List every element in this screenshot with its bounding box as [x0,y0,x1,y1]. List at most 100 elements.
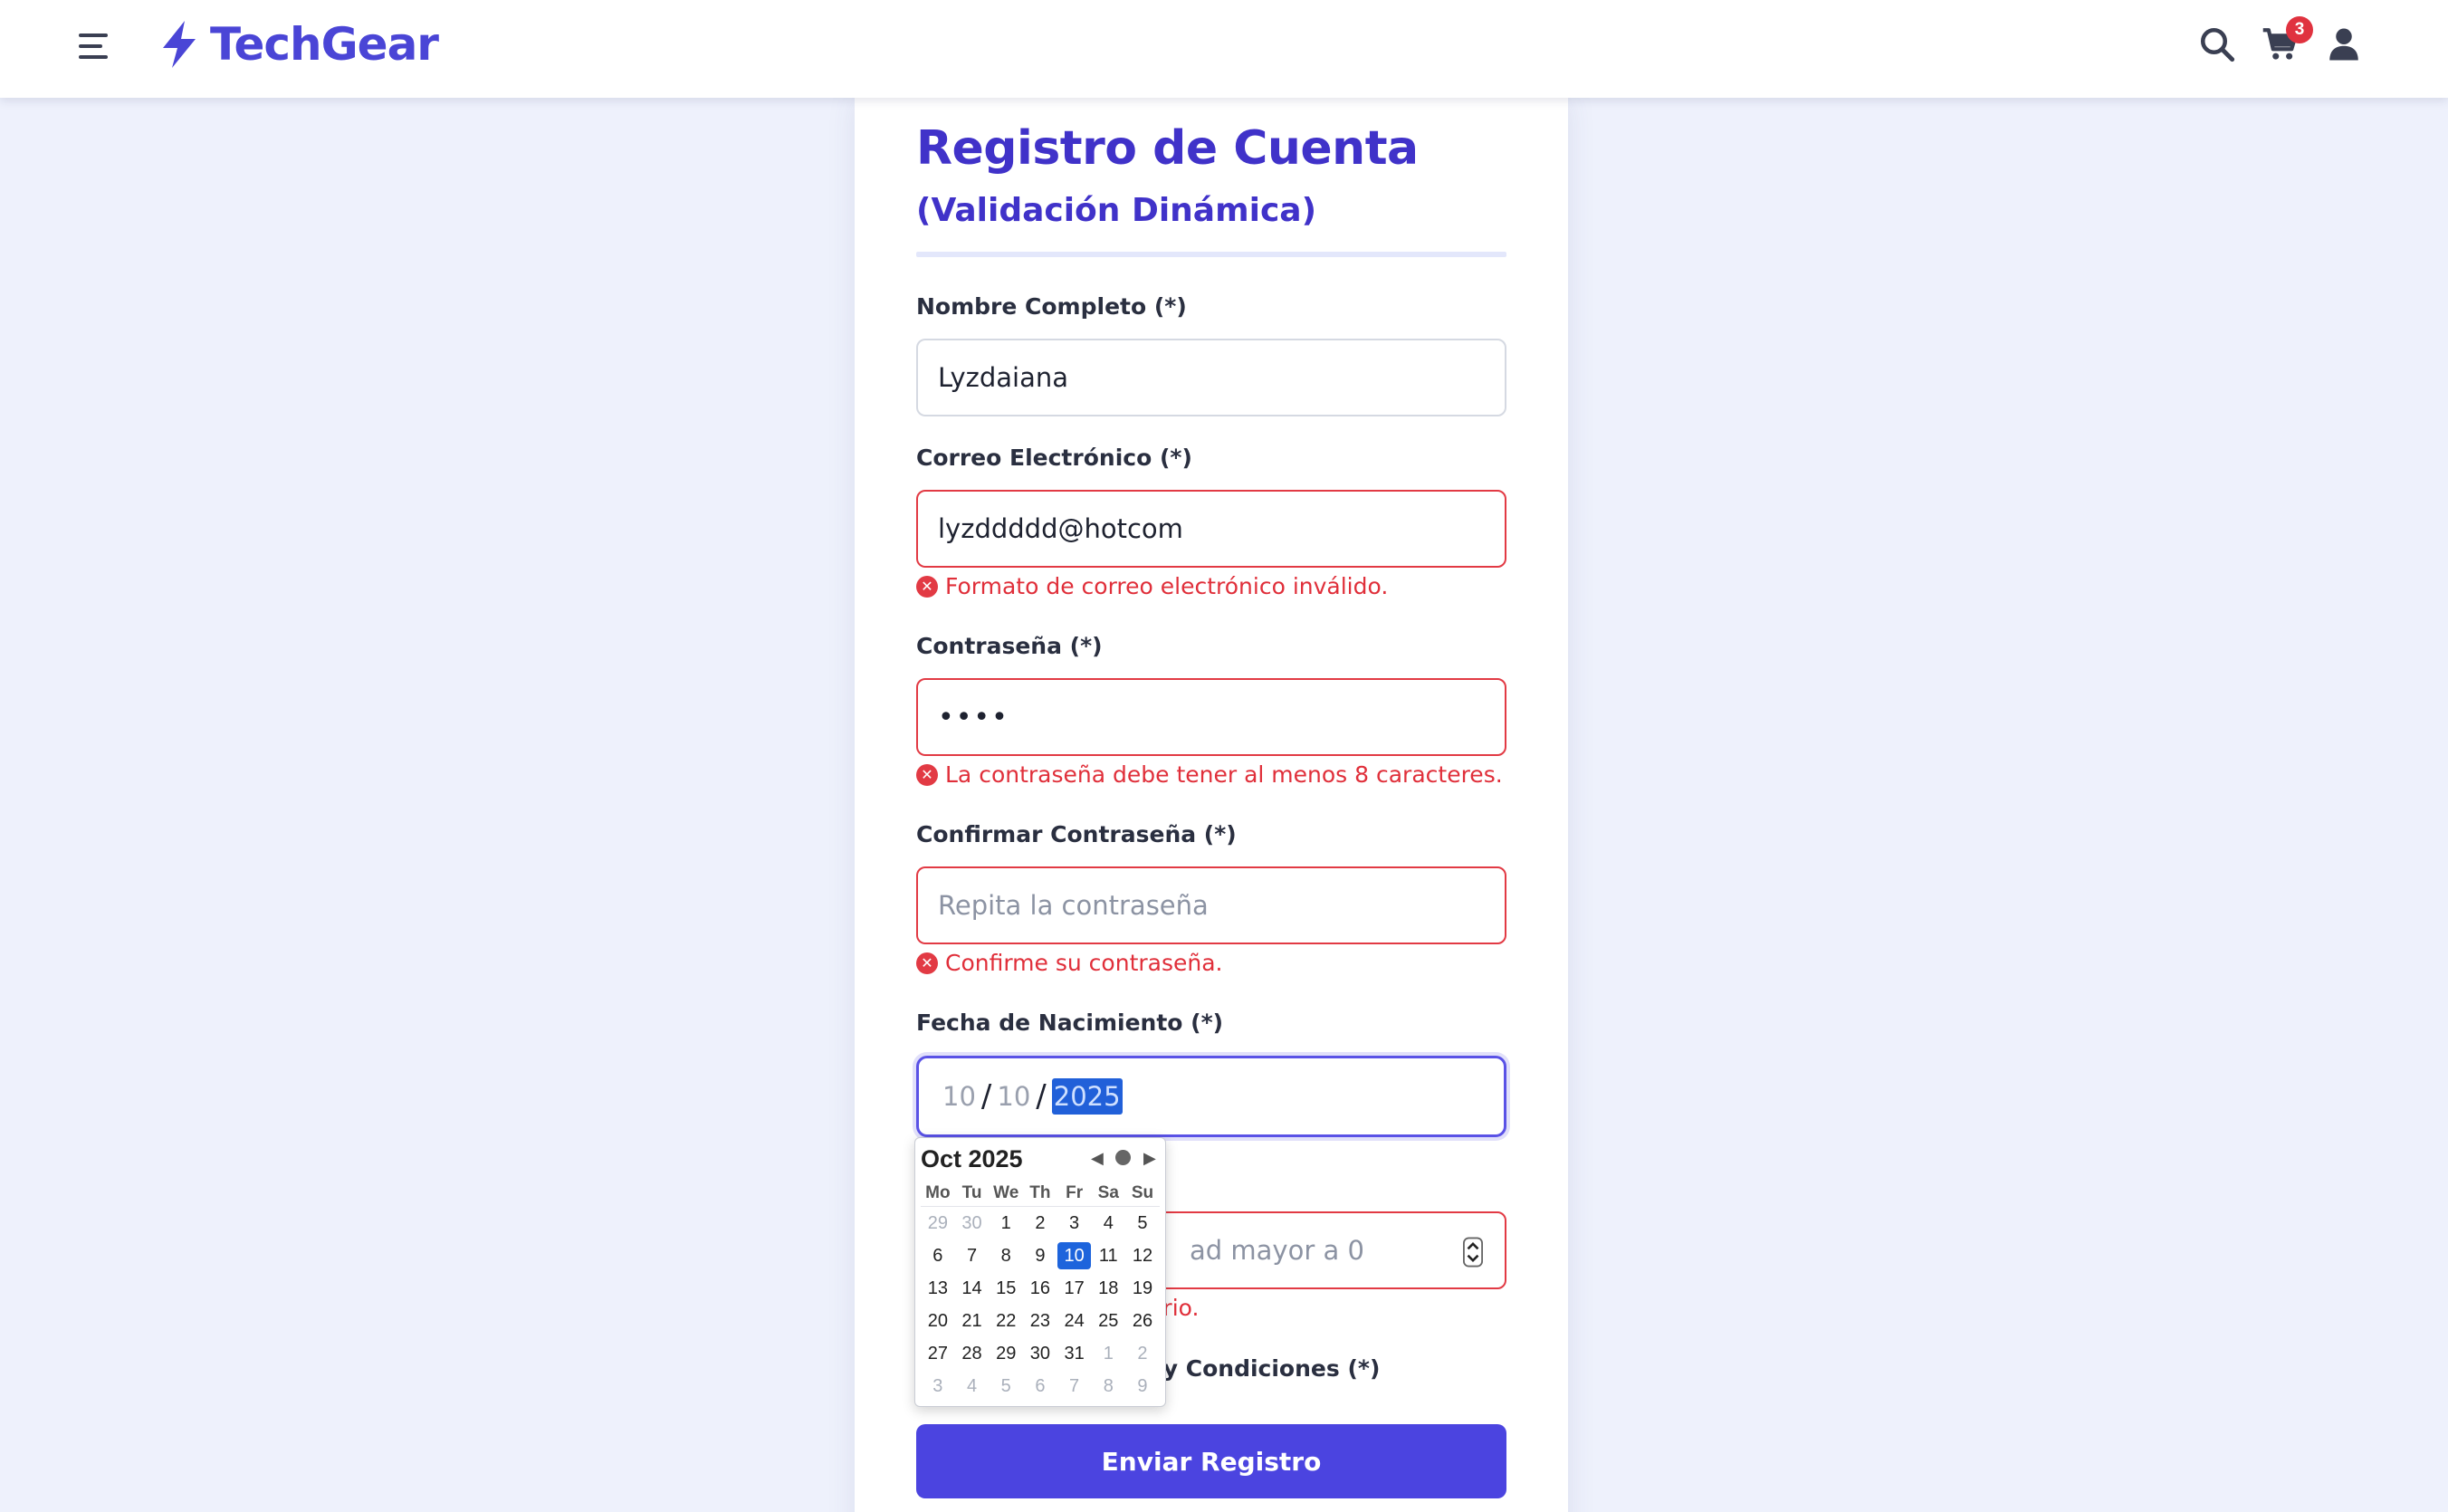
email-label: Correo Electrónico (*) [916,445,1192,471]
email-error: ✕ Formato de correo electrónico inválido… [916,573,1388,599]
age-placeholder: ad mayor a 0 [1190,1235,1364,1266]
confirm-password-label: Confirmar Contraseña (*) [916,821,1237,847]
calendar-week-row: 3456789 [921,1370,1160,1402]
calendar-day[interactable]: 6 [921,1242,955,1269]
birthdate-label: Fecha de Nacimiento (*) [916,1010,1224,1036]
calendar-day[interactable]: 2 [1023,1210,1057,1237]
weekday-label: Th [1029,1182,1051,1202]
password-error-text: La contraseña debe tener al menos 8 cara… [945,761,1503,788]
calendar-day[interactable]: 16 [1023,1275,1057,1302]
today-dot-icon[interactable] [1115,1150,1131,1165]
calendar-day[interactable]: 4 [1091,1210,1125,1237]
calendar-day[interactable]: 31 [1057,1340,1092,1367]
submit-button[interactable]: Enviar Registro [916,1424,1506,1498]
name-label: Nombre Completo (*) [916,293,1187,320]
calendar-day[interactable]: 7 [955,1242,990,1269]
calendar-day[interactable]: 6 [1023,1373,1057,1400]
calendar-day[interactable]: 3 [1057,1210,1092,1237]
calendar-week-row: 20 21 22 23 24 25 26 [921,1305,1160,1337]
calendar-day[interactable]: 26 [1125,1307,1160,1335]
weekday-label: Su [1131,1182,1154,1202]
next-month-icon[interactable]: ▶ [1143,1149,1156,1168]
title-divider [916,252,1506,257]
calendar-day[interactable]: 15 [989,1275,1023,1302]
calendar-day[interactable]: 3 [921,1373,955,1400]
password-masked-value: •••• [938,701,1009,733]
password-error: ✕ La contraseña debe tener al menos 8 ca… [916,761,1503,788]
calendar-day[interactable]: 22 [989,1307,1023,1335]
cart-count-badge: 3 [2286,16,2313,43]
calendar-day[interactable]: 29 [989,1340,1023,1367]
calendar-day[interactable]: 5 [1125,1210,1160,1237]
password-label: Contraseña (*) [916,633,1103,659]
password-input[interactable]: •••• [916,678,1506,756]
date-picker-popup: Oct 2025 ◀ ▶ Mo Tu We Th Fr Sa Su 29 30 1 2 3 4 5 6 7 8… [914,1137,1166,1407]
brand-name: TechGear [210,18,439,71]
calendar-day[interactable]: 14 [955,1275,990,1302]
calendar-day[interactable]: 25 [1091,1307,1125,1335]
number-stepper-icon[interactable] [1463,1237,1483,1268]
calendar-day[interactable]: 20 [921,1307,955,1335]
weekday-label: Fr [1066,1182,1084,1202]
confirm-password-error: ✕ Confirme su contraseña. [916,950,1222,976]
email-error-text: Formato de correo electrónico inválido. [945,573,1389,599]
calendar-day[interactable]: 19 [1125,1275,1160,1302]
calendar-day[interactable]: 12 [1125,1242,1160,1269]
calendar-day[interactable]: 4 [955,1373,990,1400]
weekday-label: We [993,1182,1019,1202]
user-icon[interactable] [2325,25,2363,63]
calendar-day[interactable]: 9 [1023,1242,1057,1269]
birthdate-month[interactable]: 10 [942,1081,976,1112]
calendar-day[interactable]: 8 [989,1242,1023,1269]
calendar-day[interactable]: 2 [1125,1340,1160,1367]
calendar-week-row: 6 7 8 9 10 11 12 [921,1239,1160,1272]
calendar-day[interactable]: 9 [1125,1373,1160,1400]
calendar-week-row: 27 28 29 30 31 1 2 [921,1337,1160,1370]
brand-logo[interactable]: TechGear [158,14,439,74]
confirm-error-text: Confirme su contraseña. [945,950,1223,976]
name-input[interactable] [916,339,1506,416]
date-separator: / [980,1078,992,1115]
calendar-day[interactable]: 8 [1091,1373,1125,1400]
calendar-day[interactable]: 27 [921,1340,955,1367]
calendar-day[interactable]: 28 [955,1340,990,1367]
calendar-day[interactable]: 23 [1023,1307,1057,1335]
weekday-label: Tu [961,1182,982,1202]
calendar-day[interactable]: 5 [989,1373,1023,1400]
calendar-day[interactable]: 17 [1057,1275,1092,1302]
confirm-password-input[interactable] [916,866,1506,944]
calendar-day[interactable]: 7 [1057,1373,1092,1400]
weekday-header: Mo Tu We Th Fr Sa Su [921,1180,1160,1207]
calendar-day[interactable]: 1 [989,1210,1023,1237]
calendar-day[interactable]: 11 [1091,1242,1125,1269]
calendar-day[interactable]: 30 [1023,1340,1057,1367]
menu-icon[interactable] [76,29,110,63]
prev-month-icon[interactable]: ◀ [1091,1149,1104,1168]
search-icon[interactable] [2198,25,2236,63]
weekday-label: Sa [1097,1182,1119,1202]
calendar-week-row: 29 30 1 2 3 4 5 [921,1207,1160,1239]
calendar-day[interactable]: 18 [1091,1275,1125,1302]
calendar-day[interactable]: 21 [955,1307,990,1335]
top-navbar: TechGear 3 [0,0,2448,98]
calendar-day[interactable]: 29 [921,1210,955,1237]
birthdate-year[interactable]: 2025 [1051,1078,1123,1115]
bolt-icon [163,21,196,68]
birthdate-day[interactable]: 10 [997,1081,1030,1112]
calendar-day[interactable]: 30 [955,1210,990,1237]
calendar-day[interactable]: 1 [1091,1340,1125,1367]
weekday-label: Mo [925,1182,951,1202]
calendar-day[interactable]: 24 [1057,1307,1092,1335]
page-subtitle: (Validación Dinámica) [916,192,1317,229]
error-icon: ✕ [916,575,938,598]
calendar-day-selected[interactable]: 10 [1057,1242,1092,1269]
email-input[interactable] [916,490,1506,568]
calendar-week-row: 13 14 15 16 17 18 19 [921,1272,1160,1305]
calendar-month-label: Oct 2025 [921,1145,1023,1172]
birthdate-input[interactable]: 10 / 10 / 2025 [916,1056,1506,1137]
calendar-grid: Mo Tu We Th Fr Sa Su 29 30 1 2 3 4 5 6 7 8 9 10 11 12 13 14 15… [921,1180,1160,1402]
error-icon: ✕ [916,952,938,974]
page-title: Registro de Cuenta [916,121,1419,176]
calendar-day[interactable]: 13 [921,1275,955,1302]
error-icon: ✕ [916,763,938,786]
